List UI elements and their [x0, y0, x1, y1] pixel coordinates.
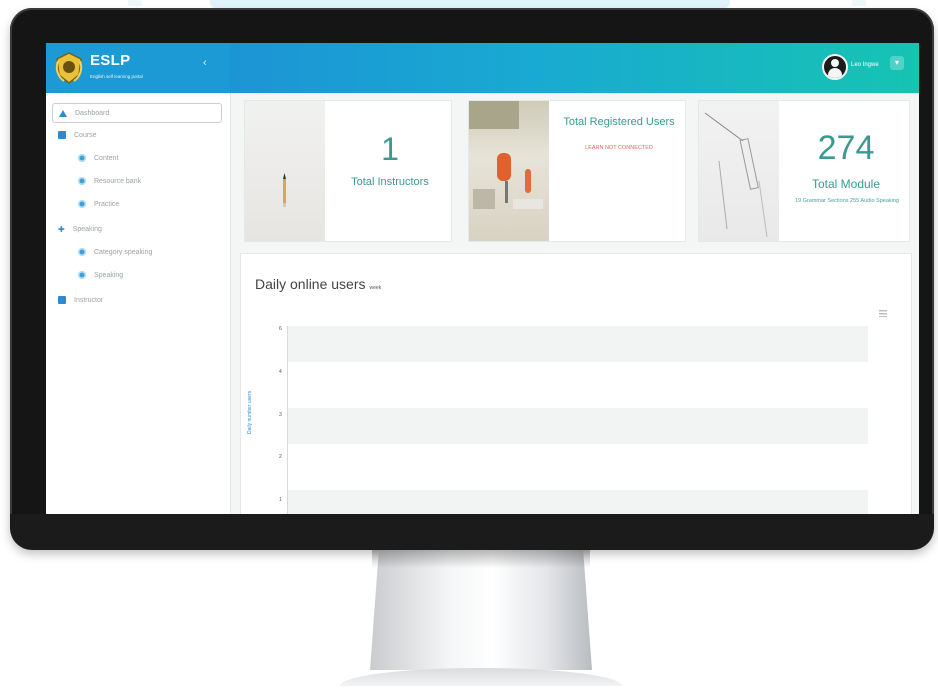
sidebar-toggle-icon[interactable]: ‹ — [203, 57, 207, 69]
card-image-pencil — [245, 101, 325, 241]
brand-tagline: English self learning portal — [90, 74, 143, 79]
grid-band — [288, 408, 868, 444]
grid-band — [288, 490, 868, 514]
logo-area[interactable]: ESLP English self learning portal ‹ — [46, 43, 230, 93]
y-axis-label: Daily number users — [247, 390, 253, 434]
monitor-stand — [370, 550, 592, 670]
sidebar-item-label: Dashboard — [75, 109, 110, 117]
user-menu-caret-icon[interactable]: ▾ — [890, 56, 904, 70]
home-icon — [59, 109, 67, 117]
sidebar-item-label: Instructor — [74, 296, 104, 304]
y-tick-label: 6 — [279, 326, 282, 332]
user-avatar[interactable] — [822, 54, 848, 80]
card-total-registered-users[interactable]: Total Registered Users LEARN NOT CONNECT… — [468, 100, 686, 242]
sidebar-item-speaking-group[interactable]: ✚ Speaking — [52, 220, 102, 238]
registered-users-warning: LEARN NOT CONNECTED — [585, 145, 653, 151]
sidebar-item-label: Content — [94, 154, 119, 162]
gear-icon — [78, 177, 86, 185]
sidebar-item-content[interactable]: Content — [72, 149, 119, 167]
sidebar-item-speaking[interactable]: Speaking — [72, 266, 123, 284]
sidebar-item-label: Category speaking — [94, 248, 153, 256]
sidebar-item-label: Speaking — [94, 271, 124, 279]
sidebar: Dashboard Course Content Resource bank P… — [46, 93, 231, 514]
sidebar-item-resource-bank[interactable]: Resource bank — [72, 172, 141, 190]
room-illustration-icon — [469, 101, 543, 209]
avatar-body — [828, 68, 842, 78]
chart-title-text: Daily online users — [255, 276, 366, 292]
instructors-count: 1 — [381, 131, 399, 167]
user-name[interactable]: Leo Ingwe — [851, 62, 879, 68]
app-screen: ESLP English self learning portal ‹ Leo … — [46, 43, 919, 514]
monitor-stand-shadow — [372, 550, 590, 568]
book-icon — [58, 131, 66, 139]
module-count: 274 — [817, 129, 875, 167]
chart-daily-online-users: Daily online users week Daily number user… — [240, 253, 912, 514]
logo-emblem-icon — [55, 52, 83, 84]
gear-icon — [78, 154, 86, 162]
avatar-head — [831, 59, 839, 67]
sidebar-item-dashboard[interactable]: Dashboard — [52, 103, 222, 123]
brand-name: ESLP — [90, 52, 131, 69]
module-detail: 19 Grammar Sections 255 Audio Speaking — [795, 198, 899, 204]
sidebar-item-label: Resource bank — [94, 177, 142, 185]
y-tick-label: 3 — [279, 412, 282, 418]
instructors-label: Total Instructors — [351, 176, 429, 188]
monitor-base — [340, 668, 622, 686]
sketch-illustration-icon — [704, 112, 768, 238]
app-header: ESLP English self learning portal ‹ Leo … — [46, 43, 919, 93]
tools-icon: ✚ — [58, 224, 65, 234]
y-tick-label: 2 — [279, 454, 282, 460]
card-image-room — [469, 101, 549, 241]
sidebar-item-instructor[interactable]: Instructor — [52, 291, 103, 309]
gear-icon — [78, 200, 86, 208]
top-glow — [210, 0, 730, 8]
sidebar-item-course[interactable]: Course — [52, 126, 97, 144]
top-glow-right — [852, 0, 866, 6]
registered-users-label: Total Registered Users — [563, 116, 675, 128]
top-glow-left — [128, 0, 142, 6]
pencil-illustration-icon — [283, 173, 286, 207]
book-icon — [58, 296, 66, 304]
chart-title-small: week — [369, 285, 382, 291]
chart-menu-icon[interactable] — [879, 310, 887, 317]
chart-plot-area — [288, 326, 868, 514]
card-image-sketch — [699, 101, 779, 241]
chart-title: Daily online users week — [255, 276, 381, 292]
module-label: Total Module — [811, 177, 881, 191]
y-tick-label: 4 — [279, 369, 282, 375]
monitor-chin — [10, 514, 934, 550]
sidebar-item-label: Course — [74, 131, 97, 139]
gear-icon — [78, 248, 86, 256]
sidebar-item-label: Speaking — [72, 225, 102, 233]
card-total-module[interactable]: 274 Total Module 19 Grammar Sections 255… — [698, 100, 910, 242]
grid-band — [288, 326, 868, 362]
sidebar-item-category-speaking[interactable]: Category speaking — [72, 243, 152, 261]
y-tick-label: 1 — [279, 497, 282, 503]
sidebar-item-practice[interactable]: Practice — [72, 195, 119, 213]
sidebar-item-label: Practice — [94, 200, 120, 208]
gear-icon — [78, 271, 86, 279]
card-total-instructors[interactable]: 1 Total Instructors — [244, 100, 452, 242]
